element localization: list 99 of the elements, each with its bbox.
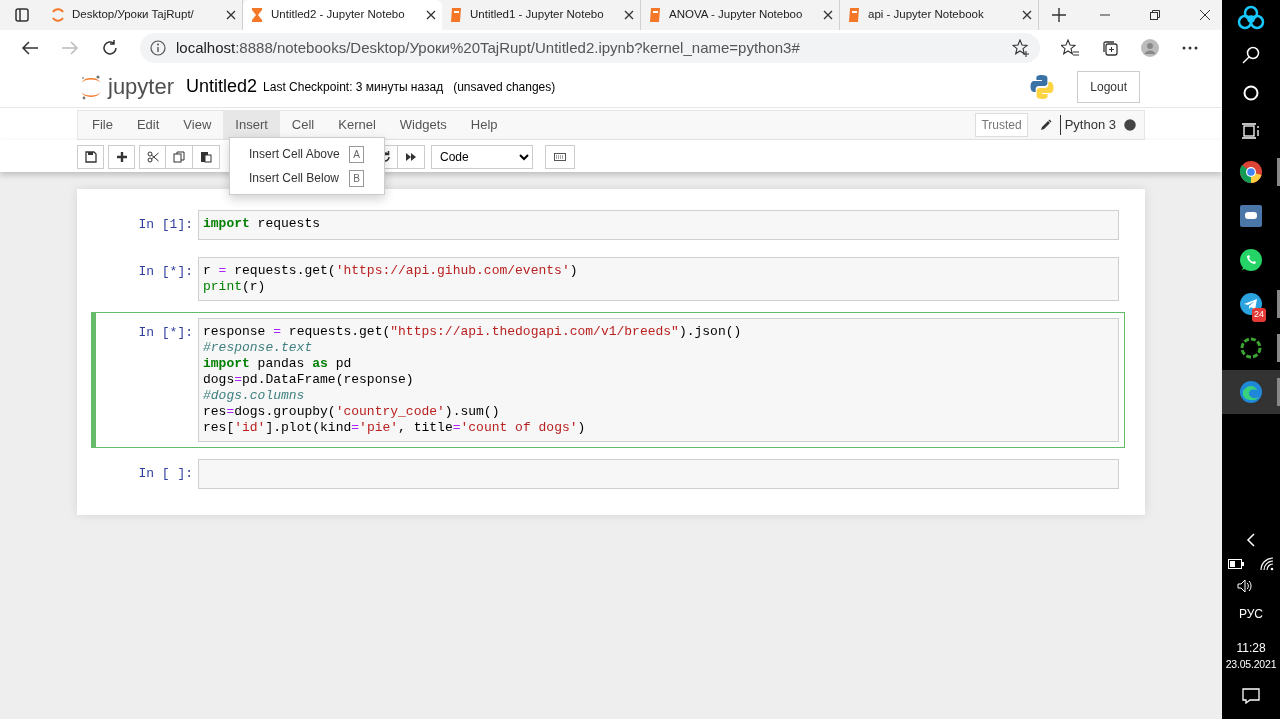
chrome-icon[interactable] xyxy=(1239,160,1263,184)
menu-item[interactable]: File xyxy=(78,111,125,139)
code-cell[interactable]: In [1]: import requests xyxy=(91,204,1125,246)
code-line: #response.text xyxy=(203,340,314,356)
address-field[interactable]: localhost:8888/notebooks/Desktop/Уроки%20TajRupt/Untitled2.ipynb?kernel_name=python3# xyxy=(140,33,1040,63)
notification-icon[interactable] xyxy=(1242,688,1260,704)
code-line: import pandas as pd xyxy=(203,356,353,372)
code-cell[interactable]: In [*]: r = requests.get('https://api.gihub.com/events') print(r) xyxy=(91,251,1125,307)
close-icon[interactable] xyxy=(426,10,436,20)
menu-item[interactable]: Help xyxy=(458,111,510,139)
kernel-name[interactable]: Python 3 xyxy=(1064,115,1116,135)
spinner-icon xyxy=(50,7,66,23)
wifi-icon[interactable] xyxy=(1260,557,1274,572)
profile-icon[interactable] xyxy=(1141,39,1159,57)
add-cell-button[interactable] xyxy=(108,144,135,169)
code-line: res['id'].plot(kind='pie', title='count of dogs') xyxy=(203,420,587,436)
code-line: response = requests.get("https://api.thedogapi.com/v1/breeds").json() xyxy=(203,324,743,340)
notebook-title[interactable]: Untitled2 xyxy=(186,73,258,100)
unread-count: 24 xyxy=(1252,308,1266,322)
search-icon[interactable] xyxy=(1242,46,1260,64)
code-input[interactable]: r = requests.get('https://api.gihub.com/events') print(r) xyxy=(198,257,1119,301)
close-icon[interactable] xyxy=(823,10,833,20)
restore-icon[interactable] xyxy=(1150,10,1160,20)
code-cell[interactable]: In [ ]: xyxy=(91,453,1125,495)
biohazard-icon[interactable] xyxy=(1237,4,1265,32)
code-input[interactable]: import requests xyxy=(198,210,1119,240)
menu-item[interactable]: Insert xyxy=(223,111,280,139)
close-icon[interactable] xyxy=(624,10,634,20)
collections-icon[interactable] xyxy=(1101,39,1119,57)
loading-ring-icon[interactable] xyxy=(1239,336,1263,360)
trusted-indicator[interactable]: Trusted xyxy=(975,113,1028,137)
close-icon[interactable] xyxy=(226,10,236,20)
window-menu-icon[interactable] xyxy=(15,8,29,22)
keyboard-button[interactable] xyxy=(545,144,575,169)
whatsapp-icon[interactable] xyxy=(1239,248,1263,272)
code-line: res=dogs.groupby('country_code').sum() xyxy=(203,404,501,420)
fast-forward-icon[interactable] xyxy=(405,150,417,163)
menu-item[interactable]: Cell xyxy=(279,111,327,139)
input-prompt: In [1]: xyxy=(137,216,194,234)
close-icon[interactable] xyxy=(1200,10,1210,20)
hourglass-icon xyxy=(249,7,265,23)
clock-time[interactable]: 11:28 xyxy=(1236,639,1266,658)
notebook-icon xyxy=(647,7,663,23)
code-line: print(r) xyxy=(203,279,267,295)
code-input[interactable] xyxy=(198,459,1119,489)
cut-icon[interactable] xyxy=(146,150,159,163)
refresh-icon[interactable] xyxy=(101,39,119,57)
keyboard-icon[interactable] xyxy=(554,150,566,163)
circle-icon[interactable] xyxy=(1243,85,1259,101)
code-line: import requests xyxy=(203,216,322,232)
volume-icon[interactable] xyxy=(1237,579,1253,594)
code-line: r = requests.get('https://api.gihub.com/events') xyxy=(203,263,579,279)
close-icon[interactable] xyxy=(1022,10,1032,20)
edge-icon[interactable] xyxy=(1239,380,1263,404)
input-prompt: In [ ]: xyxy=(137,465,194,483)
menu-item[interactable]: Edit xyxy=(124,111,172,139)
chevron-icon[interactable] xyxy=(1246,533,1256,548)
menu-item[interactable]: Kernel xyxy=(326,111,388,139)
browser-tab[interactable]: Untitled2 - Jupyter Notebo xyxy=(243,0,442,30)
save-status: (unsaved changes) xyxy=(453,78,556,96)
save-button[interactable] xyxy=(77,144,104,169)
code-line: #dogs.columns xyxy=(203,388,306,404)
shortcut-key: B xyxy=(349,169,364,187)
notebook-icon xyxy=(846,7,862,23)
jupyter-logo-icon[interactable] xyxy=(80,73,102,100)
copy-icon[interactable] xyxy=(173,150,185,163)
menu-item[interactable]: Widgets xyxy=(387,111,459,139)
favorites-icon[interactable] xyxy=(1061,39,1079,57)
battery-icon[interactable] xyxy=(1228,559,1244,570)
paste-button[interactable] xyxy=(193,144,220,169)
task-view-icon[interactable] xyxy=(1242,123,1260,139)
checkpoint-status: Last Checkpoint: 3 минуты назад xyxy=(263,78,444,96)
add-favorite-icon[interactable] xyxy=(1012,39,1030,57)
python-logo-icon xyxy=(1029,73,1056,100)
cut-button[interactable] xyxy=(139,144,166,169)
clock-date[interactable]: 23.05.2021 xyxy=(1225,657,1277,673)
chat-icon[interactable] xyxy=(1239,204,1263,228)
input-prompt: In [*]: xyxy=(137,263,194,281)
menu-option[interactable]: Insert Cell Below xyxy=(249,169,340,187)
menu-item[interactable]: View xyxy=(171,111,224,139)
back-icon[interactable] xyxy=(21,39,39,57)
keyboard-language[interactable]: РУС xyxy=(1239,605,1263,624)
paste-icon[interactable] xyxy=(200,150,212,163)
pencil-icon[interactable] xyxy=(1039,119,1052,131)
selected-cell[interactable] xyxy=(91,312,1125,448)
save-icon[interactable] xyxy=(84,150,97,163)
cell-type-select[interactable]: Code xyxy=(431,144,533,169)
menu-option[interactable]: Insert Cell Above xyxy=(249,145,340,163)
add-cell-icon[interactable] xyxy=(115,150,128,163)
code-input[interactable] xyxy=(198,318,1119,442)
info-icon xyxy=(150,40,166,56)
logo-text: jupyter xyxy=(108,73,175,101)
new-tab-icon[interactable] xyxy=(1052,8,1066,22)
input-prompt: In [*]: xyxy=(137,324,194,342)
fast-forward-button[interactable] xyxy=(398,144,425,169)
code-line: dogs=pd.DataFrame(response) xyxy=(203,372,415,388)
notebook-icon xyxy=(448,7,464,23)
logout-button[interactable]: Logout xyxy=(1077,70,1140,103)
shortcut-key: A xyxy=(349,145,364,163)
